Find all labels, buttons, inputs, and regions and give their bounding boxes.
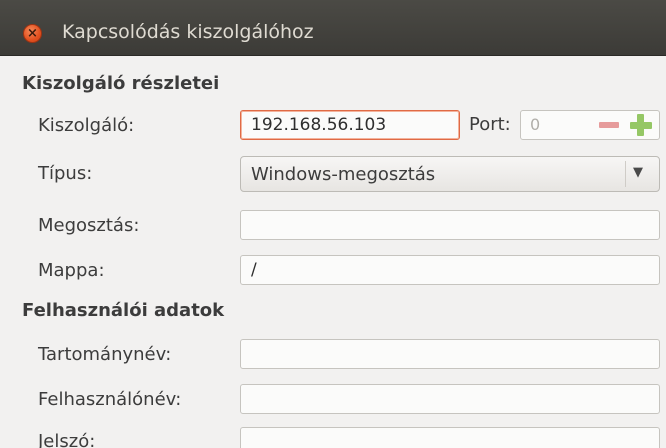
- domain-label: Tartománynév:: [38, 344, 172, 365]
- plus-icon[interactable]: [629, 114, 653, 136]
- domain-input[interactable]: [240, 339, 660, 369]
- port-spinbox[interactable]: 0: [520, 110, 660, 140]
- password-input[interactable]: [240, 427, 660, 448]
- dropdown-separator: [625, 161, 626, 187]
- chevron-down-icon[interactable]: ▼: [633, 165, 643, 180]
- share-input[interactable]: [240, 210, 660, 240]
- server-label: Kiszolgáló:: [38, 115, 135, 136]
- type-dropdown[interactable]: Windows-megosztás ▼: [240, 156, 660, 192]
- password-label: Jelszó:: [38, 431, 96, 448]
- window-title: Kapcsolódás kiszolgálóhoz: [62, 21, 314, 43]
- type-dropdown-value: Windows-megosztás: [251, 164, 436, 185]
- connect-to-server-dialog: × Kapcsolódás kiszolgálóhoz Kiszolgáló r…: [0, 0, 666, 448]
- username-input[interactable]: [240, 384, 660, 414]
- user-details-heading: Felhasználói adatok: [22, 300, 225, 321]
- share-label: Megosztás:: [38, 215, 140, 236]
- port-value[interactable]: 0: [530, 115, 540, 134]
- server-details-heading: Kiszolgáló részletei: [22, 73, 220, 94]
- folder-label: Mappa:: [38, 260, 105, 281]
- port-label: Port:: [469, 114, 511, 135]
- title-bar: × Kapcsolódás kiszolgálóhoz: [0, 0, 666, 56]
- username-label: Felhasználónév:: [38, 389, 182, 410]
- folder-input[interactable]: /: [240, 255, 660, 285]
- type-label: Típus:: [38, 163, 93, 184]
- server-input[interactable]: 192.168.56.103: [240, 110, 460, 140]
- minus-icon[interactable]: [599, 122, 619, 128]
- close-icon[interactable]: ×: [23, 24, 42, 43]
